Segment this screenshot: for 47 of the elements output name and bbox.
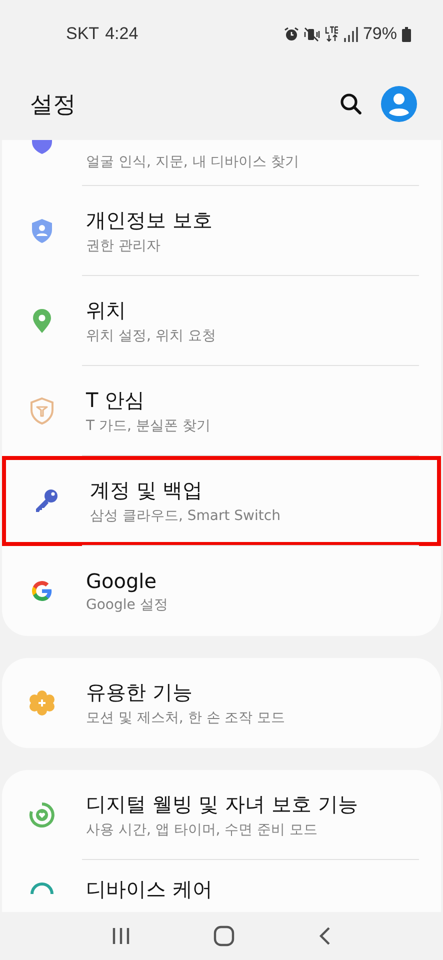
recent-apps-icon[interactable]: [111, 927, 132, 945]
item-title: 개인정보 보호: [86, 207, 214, 234]
settings-item[interactable]: 디지털 웰빙 및 자녀 보호 기능 사용 시간, 앱 타이머, 수면 준비 모드: [2, 770, 441, 860]
item-title: 계정 및 백업: [90, 477, 204, 504]
item-title: 디바이스 케어: [86, 876, 214, 903]
item-title: 디지털 웰빙 및 자녀 보호 기능: [86, 791, 359, 818]
alarm-icon: [284, 26, 299, 42]
settings-item[interactable]: 위치 위치 설정, 위치 요청: [2, 276, 441, 366]
back-icon[interactable]: [318, 926, 332, 946]
item-title: Google: [86, 568, 158, 592]
gear-plus-icon: [29, 690, 55, 716]
item-subtitle: Google 설정: [86, 596, 169, 614]
shield-person-icon: [31, 218, 53, 244]
battery-icon: [402, 26, 411, 42]
key-icon: [33, 488, 59, 514]
shield-icon: [30, 397, 54, 425]
item-subtitle: 위치 설정, 위치 요청: [86, 327, 217, 345]
google-g-icon: [30, 579, 54, 603]
settings-item[interactable]: 유용한 기능 모션 및 제스처, 한 손 조작 모드: [2, 658, 441, 748]
item-subtitle: T 가드, 분실폰 찾기: [86, 417, 212, 435]
item-subtitle: 권한 관리자: [86, 237, 162, 255]
location-pin-icon: [32, 308, 52, 334]
item-subtitle: 얼굴 인식, 지문, 내 디바이스 찾기: [86, 153, 300, 171]
mute-vibrate-icon: [304, 26, 320, 42]
profile-button[interactable]: [381, 86, 417, 122]
item-subtitle: 모션 및 제스처, 한 손 조작 모드: [86, 709, 286, 727]
settings-item[interactable]: 디바이스 케어: [2, 860, 441, 912]
home-icon[interactable]: [213, 925, 236, 947]
carrier-text: SKT: [66, 24, 100, 44]
item-title: 위치: [86, 297, 127, 324]
shield-icon: [31, 140, 53, 154]
lte-data-icon: [324, 26, 339, 42]
settings-item[interactable]: 개인정보 보호 권한 관리자: [2, 186, 441, 276]
clock-text: 4:24: [105, 24, 138, 44]
item-title: 유용한 기능: [86, 679, 194, 706]
page-title: 설정: [30, 90, 77, 120]
settings-item[interactable]: T 안심 T 가드, 분실폰 찾기: [2, 366, 441, 456]
settings-item[interactable]: 얼굴 인식, 지문, 내 디바이스 찾기: [2, 140, 441, 186]
item-subtitle: 삼성 클라우드, Smart Switch: [90, 507, 282, 525]
item-subtitle: 사용 시간, 앱 타이머, 수면 준비 모드: [86, 821, 319, 839]
signal-icon: [344, 26, 358, 42]
settings-item[interactable]: 계정 및 백업 삼성 클라우드, Smart Switch: [2, 456, 441, 546]
heart-ring-icon: [29, 802, 55, 828]
item-title: T 안심: [86, 387, 146, 414]
settings-item[interactable]: Google Google 설정: [2, 546, 441, 636]
ring-icon: [29, 882, 55, 894]
battery-percent: 79%: [362, 24, 397, 44]
